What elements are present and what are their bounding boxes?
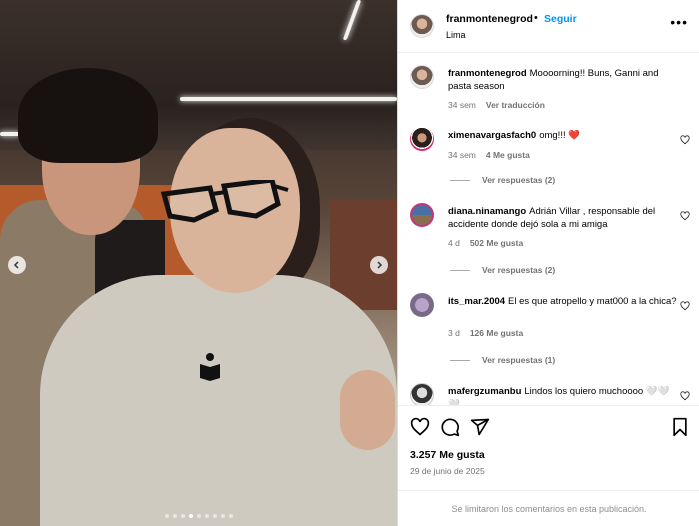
comment-text: omg!!! ❤️ [539,130,581,141]
comment-meta: 34 sem 4 Me gusta [448,150,530,160]
comment-item: ximenavargasfach0 omg!!! ❤️ 34 sem 4 Me g… [398,123,699,188]
author-avatar[interactable] [410,65,434,89]
comment-likes[interactable]: 126 Me gusta [470,328,523,338]
view-replies-button[interactable]: Ver respuestas (1) [450,355,555,365]
comment-icon[interactable] [440,417,460,437]
comment-time[interactable]: 34 sem [448,150,476,160]
replies-line [450,269,470,271]
post-photo[interactable] [0,0,397,526]
like-comment-icon[interactable] [680,135,690,145]
commenter-avatar[interactable] [410,383,434,405]
save-icon[interactable] [670,417,690,437]
comment-text-block: ximenavargasfach0 omg!!! ❤️ [448,129,678,142]
like-comment-icon[interactable] [680,301,690,311]
comment-meta: 4 d 502 Me gusta [448,238,523,248]
carousel-next-button[interactable] [370,256,388,274]
carousel-indicator [0,514,397,518]
commenter-avatar[interactable] [410,293,434,317]
author-username[interactable]: franmontenegrod [446,13,533,25]
comment-text-block: its_mar.2004 El es que atropello y mat000… [448,295,678,308]
carousel-dot [164,514,169,518]
comment-username[interactable]: its_mar.2004 [448,296,505,307]
post-actions: 3.257 Me gusta 29 de junio de 2025 Se li… [398,405,699,526]
ceiling-light [180,97,397,101]
carousel-dot [188,514,193,518]
caption-username[interactable]: franmontenegrod [448,68,527,79]
photo-person-left-hair [18,68,158,163]
view-replies-label: Ver respuestas (2) [482,175,556,185]
view-replies-label: Ver respuestas (1) [482,355,556,365]
chevron-right-icon [377,261,383,269]
comments-limited-notice: Se limitaron los comentarios en esta pub… [398,490,699,526]
carousel-dot [220,514,225,518]
replies-line [450,179,470,181]
view-replies-label: Ver respuestas (2) [482,265,556,275]
carousel-dot [180,514,185,518]
post-side-panel: franmontenegrod • Seguir Lima ••• franmo… [397,0,699,526]
comment-username[interactable]: ximenavargasfach0 [448,130,536,141]
glasses [160,180,289,223]
carousel-prev-button[interactable] [8,256,26,274]
view-replies-button[interactable]: Ver respuestas (2) [450,265,555,275]
more-options-icon[interactable]: ••• [670,15,688,29]
comment-text: El es que atropello y mat000 a la chica? [508,296,677,307]
carousel-dot [172,514,177,518]
ceiling-light [0,132,20,136]
comment-text-block: mafergzumanbu Lindos los quiero muchoooo … [448,385,678,405]
like-comment-icon[interactable] [680,211,690,221]
carousel-dot [212,514,217,518]
translate-link[interactable]: Ver traducción [486,100,545,110]
chevron-left-icon [13,261,19,269]
comment-time[interactable]: 3 d [448,328,460,338]
comment-likes[interactable]: 502 Me gusta [470,238,523,248]
carousel-dot [204,514,209,518]
carousel-dot [196,514,201,518]
comment-time[interactable]: 4 d [448,238,460,248]
replies-line [450,359,470,361]
caption-meta: 34 sem Ver traducción [448,100,545,110]
sweater-logo [200,353,220,381]
post-date[interactable]: 29 de junio de 2025 [410,466,485,476]
view-replies-button[interactable]: Ver respuestas (2) [450,175,555,185]
comments-list[interactable]: franmontenegrod Moooorning!! Buns, Ganni … [398,53,699,405]
comment-username[interactable]: mafergzumanbu [448,386,521,397]
post-header: franmontenegrod • Seguir Lima ••• [398,0,699,53]
comment-item: diana.ninamango Adrián Villar , responsab… [398,201,699,281]
comment-item: mafergzumanbu Lindos los quiero muchoooo … [398,381,699,405]
follow-button[interactable]: Seguir [544,13,577,25]
comment-item: its_mar.2004 El es que atropello y mat000… [398,291,699,371]
post-location[interactable]: Lima [446,30,466,40]
like-comment-icon[interactable] [680,391,690,401]
comment-text-block: diana.ninamango Adrián Villar , responsab… [448,205,678,231]
comment-meta: 3 d 126 Me gusta [448,328,523,338]
share-icon[interactable] [470,417,490,437]
photo-hand [340,370,395,450]
caption-time[interactable]: 34 sem [448,100,476,110]
carousel-dot [228,514,233,518]
commenter-avatar[interactable] [410,203,434,227]
commenter-avatar[interactable] [410,127,434,151]
likes-count[interactable]: 3.257 Me gusta [410,449,485,461]
caption-text-block: franmontenegrod Moooorning!! Buns, Ganni … [448,67,678,93]
author-avatar[interactable] [410,14,434,38]
like-icon[interactable] [410,417,430,437]
comment-username[interactable]: diana.ninamango [448,206,526,217]
post-caption: franmontenegrod Moooorning!! Buns, Ganni … [398,63,699,113]
comment-likes[interactable]: 4 Me gusta [486,150,530,160]
header-separator: • [534,12,538,24]
